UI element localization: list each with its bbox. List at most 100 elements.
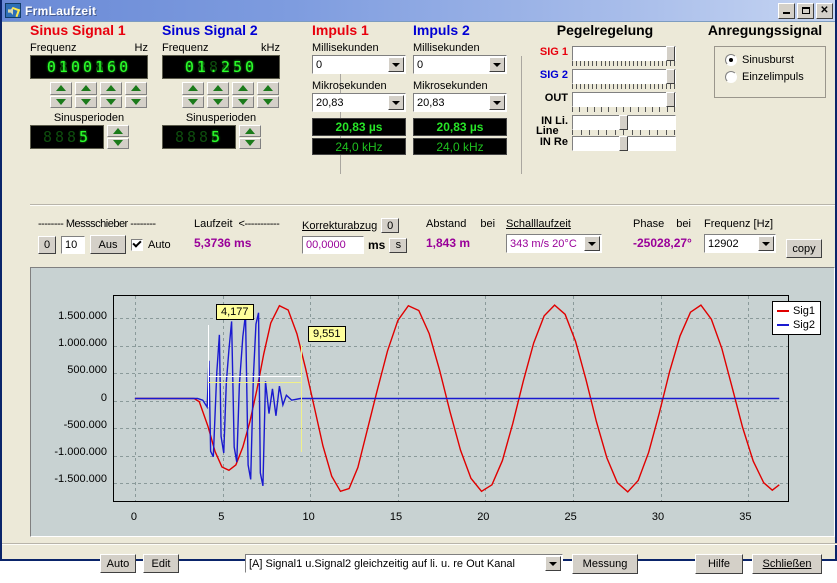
schliessen-button[interactable]: Schließen [752, 554, 822, 574]
spinner-down[interactable] [75, 96, 97, 109]
hilfe-button[interactable]: Hilfe [695, 554, 743, 574]
legend-label-sig2: Sig2 [793, 319, 815, 331]
slider-out[interactable] [572, 92, 676, 107]
slider-sig1[interactable] [572, 46, 676, 61]
signal1-periods-spinner[interactable] [107, 125, 129, 149]
anregungssignal-groupbox: Sinusburst Einzelimpuls [714, 46, 826, 98]
impuls2-us-select[interactable]: 20,83 [413, 93, 507, 112]
signal2-sinusperioden-label: Sinusperioden [162, 112, 280, 124]
spinner-down[interactable] [100, 96, 122, 109]
spinner-up[interactable] [107, 125, 129, 137]
chevron-down-icon[interactable] [388, 57, 404, 72]
top-panels: Sinus Signal 1 Frequenz Hz 8888888 01001… [2, 22, 835, 182]
spinner-down[interactable] [125, 96, 147, 109]
maximize-icon [802, 7, 810, 14]
impuls2-ms-select[interactable]: 0 [413, 55, 507, 74]
spinner-down[interactable] [257, 96, 279, 109]
spinner-down[interactable] [182, 96, 204, 109]
messschieber-zero-button[interactable]: 0 [38, 236, 56, 254]
laufzeit-label: Laufzeit [194, 218, 233, 230]
chart-legend: Sig1 Sig2 [772, 301, 821, 335]
spinner-down[interactable] [50, 96, 72, 109]
legend-swatch-sig1 [777, 310, 789, 312]
slider-sig2[interactable] [572, 69, 676, 84]
signal2-spinner-4[interactable] [257, 82, 279, 108]
arrow-up-icon [131, 85, 141, 91]
radio-sinusburst-row[interactable]: Sinusburst [725, 54, 825, 66]
korrektur-value-input[interactable]: 00,0000 [302, 236, 364, 254]
slider-in-re-thumb[interactable] [619, 136, 628, 151]
slider-sig2-thumb[interactable] [666, 69, 675, 84]
minimize-button[interactable] [778, 3, 795, 19]
arrow-down-icon [213, 99, 223, 105]
messschieber-auto-checkbox[interactable] [131, 239, 143, 251]
chart-container[interactable]: 1.500.0001.000.000500.0000-500.000-1.000… [30, 267, 835, 537]
signal2-spinner-3[interactable] [232, 82, 254, 108]
frequenz-select[interactable]: 12902 [704, 234, 776, 253]
close-button[interactable]: ✕ [816, 3, 833, 19]
messung-button[interactable]: Messung [572, 554, 638, 574]
signal1-spinner-2[interactable] [75, 82, 97, 108]
signal2-periods-display: 8888 5 [162, 125, 236, 149]
spinner-down[interactable] [107, 138, 129, 150]
spinner-up[interactable] [50, 82, 72, 95]
chevron-down-icon[interactable] [489, 95, 505, 110]
korrektur-s-button[interactable]: s [389, 238, 407, 253]
impuls1-ms-select[interactable]: 0 [312, 55, 406, 74]
spinner-down[interactable] [239, 138, 261, 150]
impuls1-readout-khz: 24,0 kHz [312, 138, 406, 155]
spinner-up[interactable] [125, 82, 147, 95]
legend-swatch-sig2 [777, 324, 789, 326]
spinner-up[interactable] [232, 82, 254, 95]
slider-in-li-thumb[interactable] [619, 115, 628, 130]
chevron-down-icon[interactable] [758, 236, 774, 251]
abstand-group: Abstand bei 1,843 m [426, 218, 495, 250]
maximize-button[interactable] [797, 3, 814, 19]
slider-sig2-label: SIG 2 [530, 69, 572, 81]
x-axis-tick-label: 35 [725, 511, 765, 523]
signal2-periods-spinner[interactable] [239, 125, 261, 149]
messschieber-value-input[interactable]: 10 [61, 236, 85, 254]
slider-in-li[interactable] [572, 115, 676, 130]
spinner-up[interactable] [100, 82, 122, 95]
channel-select-value: [A] Signal1 u.Signal2 gleichzeitig auf l… [249, 558, 544, 570]
slider-sig1-thumb[interactable] [666, 46, 675, 61]
spinner-up[interactable] [207, 82, 229, 95]
chevron-down-icon[interactable] [584, 236, 600, 251]
signal2-spinner-2[interactable] [207, 82, 229, 108]
slider-sig2-ticks [572, 84, 676, 90]
auto-button[interactable]: Auto [100, 554, 136, 573]
chevron-down-icon[interactable] [489, 57, 505, 72]
impuls2-readout-khz: 24,0 kHz [413, 138, 507, 155]
impuls1-us-select[interactable]: 20,83 [312, 93, 406, 112]
abstand-value: 1,843 m [426, 236, 495, 250]
chevron-down-icon[interactable] [388, 95, 404, 110]
schalllaufzeit-select[interactable]: 343 m/s 20°C [506, 234, 602, 253]
channel-select[interactable]: [A] Signal1 u.Signal2 gleichzeitig auf l… [245, 554, 563, 573]
signal1-spinner-4[interactable] [125, 82, 147, 108]
signal1-spinner-3[interactable] [100, 82, 122, 108]
spinner-down[interactable] [232, 96, 254, 109]
cursor-line-1[interactable] [208, 325, 209, 407]
radio-sinusburst[interactable] [725, 54, 737, 66]
spinner-down[interactable] [207, 96, 229, 109]
impuls2-us-label: Mikrosekunden [413, 80, 513, 92]
spinner-up[interactable] [182, 82, 204, 95]
radio-einzelimpuls-row[interactable]: Einzelimpuls [725, 71, 825, 83]
spinner-up[interactable] [75, 82, 97, 95]
signal2-frequenz-label: Frequenz [162, 42, 208, 54]
messschieber-aus-button[interactable]: Aus [90, 235, 126, 254]
signal2-spinner-1[interactable] [182, 82, 204, 108]
spinner-up[interactable] [239, 125, 261, 137]
signal1-spinner-1[interactable] [50, 82, 72, 108]
korrektur-zero-button[interactable]: 0 [381, 218, 399, 233]
slider-in-re[interactable] [572, 136, 676, 151]
copy-button[interactable]: copy [786, 239, 822, 258]
edit-button[interactable]: Edit [143, 554, 179, 573]
radio-einzelimpuls[interactable] [725, 71, 737, 83]
cursor-line-2[interactable] [301, 345, 302, 452]
impuls2-us-value: 20,83 [417, 97, 488, 109]
slider-out-thumb[interactable] [666, 92, 675, 107]
spinner-up[interactable] [257, 82, 279, 95]
chevron-down-icon[interactable] [545, 556, 561, 571]
